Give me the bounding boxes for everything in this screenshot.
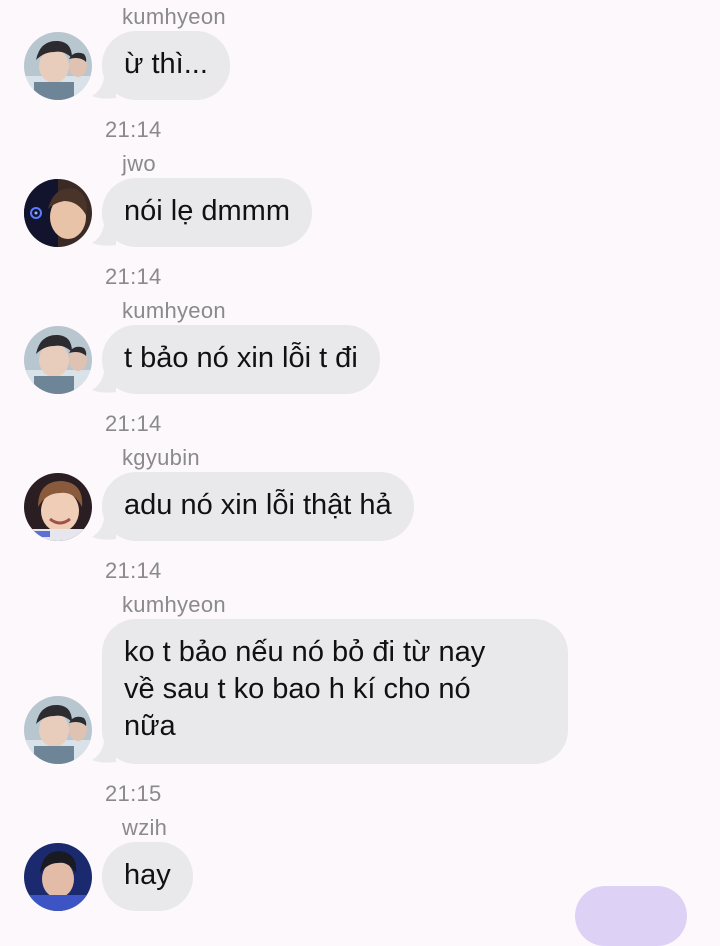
avatar-wzih[interactable]	[24, 843, 92, 911]
message-text-line: về sau t ko bao h kí cho nó	[124, 673, 471, 705]
message-bubble[interactable]: nói lẹ dmmm	[102, 178, 312, 247]
outgoing-message-bubble[interactable]	[575, 886, 687, 946]
message-bubble[interactable]: ừ thì...	[102, 31, 230, 100]
sender-name: kumhyeon	[122, 592, 226, 617]
avatar-jwo[interactable]	[24, 179, 92, 247]
message-text: t bảo nó xin lỗi t đi	[124, 342, 358, 374]
message-text: ừ thì...	[124, 48, 208, 80]
sender-name: kumhyeon	[122, 298, 226, 323]
avatar-kumhyeon[interactable]	[24, 326, 92, 394]
message-bubble[interactable]: hay	[102, 842, 193, 911]
timestamp: 21:14	[105, 264, 162, 289]
message-text: hay	[124, 859, 171, 891]
message-bubble[interactable]: adu nó xin lỗi thật hả	[102, 472, 414, 541]
avatar-kumhyeon[interactable]	[24, 32, 92, 100]
message-text-line: nữa	[124, 710, 176, 742]
timestamp: 21:14	[105, 411, 162, 436]
timestamp: 21:14	[105, 117, 162, 142]
avatar-kgyubin[interactable]	[24, 473, 92, 541]
sender-name: kumhyeon	[122, 4, 226, 29]
sender-name: kgyubin	[122, 445, 200, 470]
sender-name: jwo	[122, 151, 156, 176]
timestamp: 21:15	[105, 781, 162, 806]
message-bubble[interactable]: t bảo nó xin lỗi t đi	[102, 325, 380, 394]
message-bubble[interactable]: ko t bảo nếu nó bỏ đi từ nay về sau t ko…	[102, 619, 568, 764]
timestamp: 21:14	[105, 558, 162, 583]
avatar-kumhyeon[interactable]	[24, 696, 92, 764]
message-text: nói lẹ dmmm	[124, 195, 290, 227]
message-text: adu nó xin lỗi thật hả	[124, 489, 392, 521]
sender-name: wzih	[122, 815, 168, 840]
message-text-line: ko t bảo nếu nó bỏ đi từ nay	[124, 636, 486, 668]
